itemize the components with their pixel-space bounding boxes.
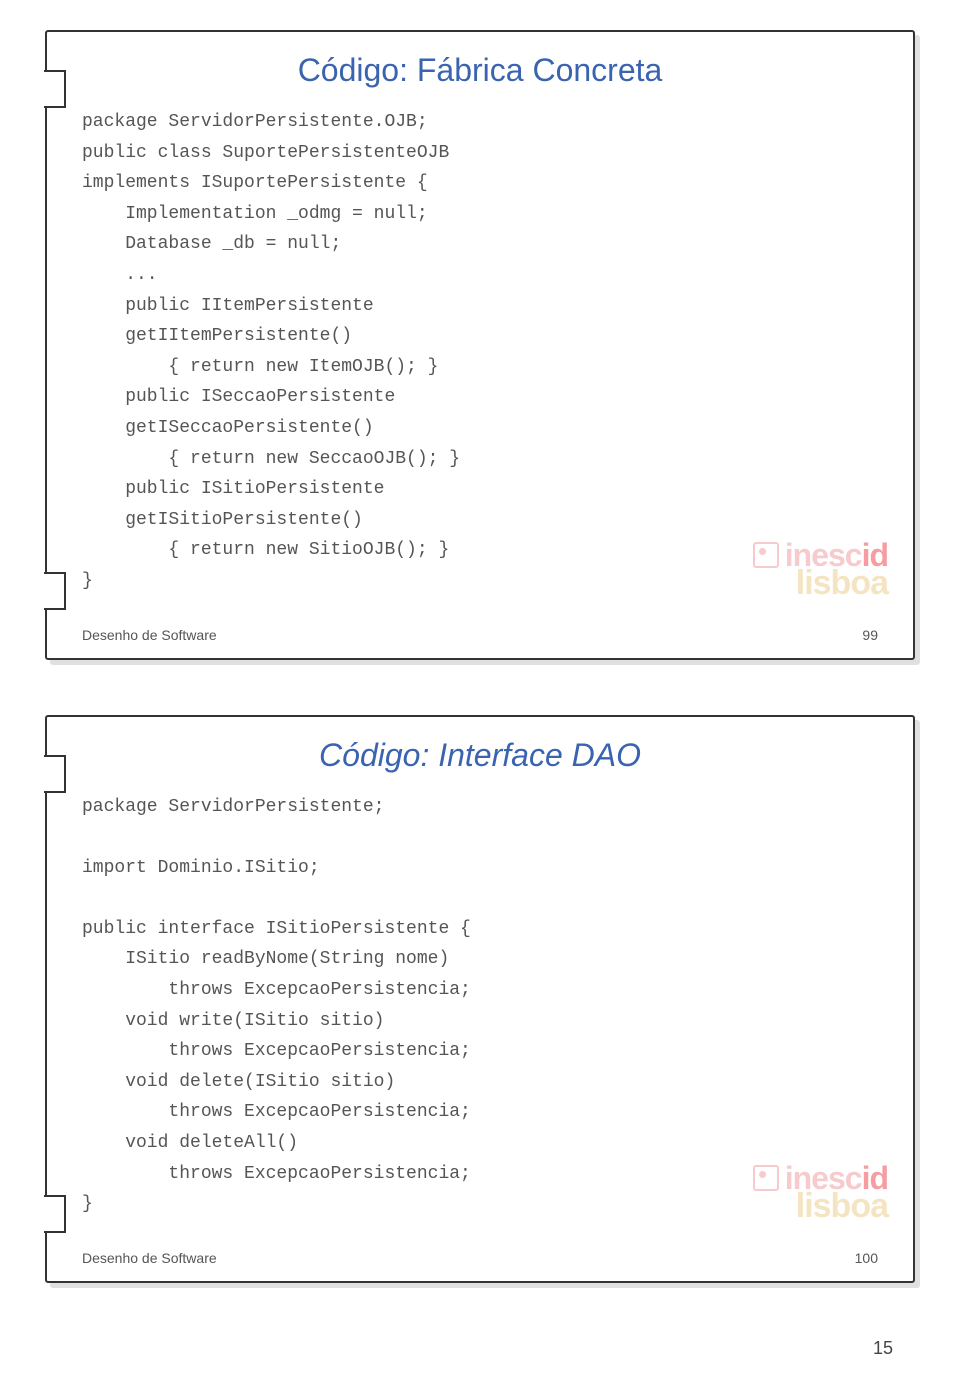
footer-page: 99	[862, 627, 878, 643]
ring-hole-top	[44, 755, 66, 793]
slide-title: Código: Interface DAO	[82, 737, 878, 774]
footer-page: 100	[855, 1250, 878, 1266]
document-page-number: 15	[45, 1338, 915, 1359]
code-block: package ServidorPersistente; import Domi…	[82, 792, 878, 1220]
slide-2: Código: Interface DAO package ServidorPe…	[45, 715, 915, 1283]
code-block: package ServidorPersistente.OJB; public …	[82, 107, 878, 597]
footer-left: Desenho de Software	[82, 627, 217, 643]
footer-left: Desenho de Software	[82, 1250, 217, 1266]
slide-1: Código: Fábrica Concreta package Servido…	[45, 30, 915, 660]
ring-hole-bottom	[44, 1195, 66, 1233]
slide-footer: Desenho de Software 99	[82, 619, 878, 643]
ring-hole-top	[44, 70, 66, 108]
slide-title: Código: Fábrica Concreta	[82, 52, 878, 89]
slide-footer: Desenho de Software 100	[82, 1242, 878, 1266]
ring-hole-bottom	[44, 572, 66, 610]
